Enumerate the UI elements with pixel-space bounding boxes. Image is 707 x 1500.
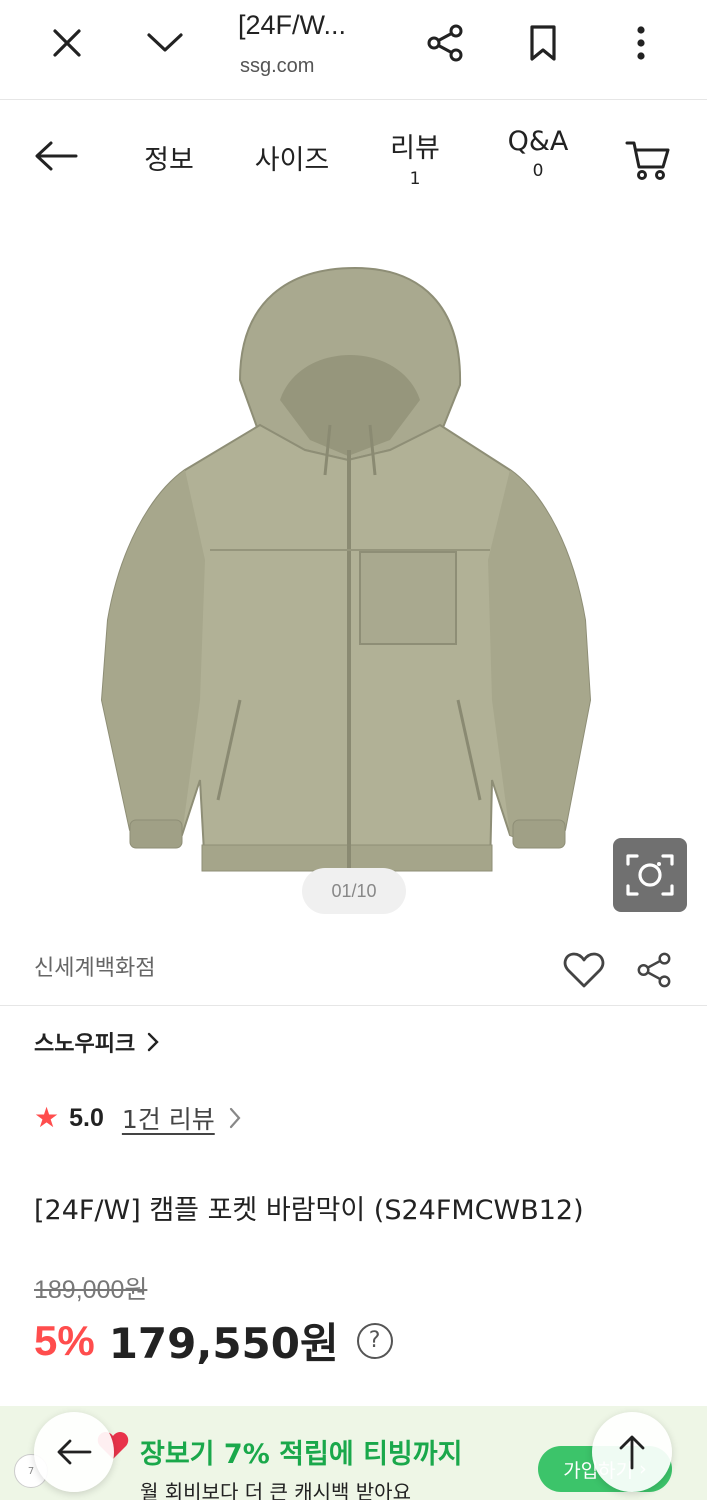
image-counter: 01/10 xyxy=(302,868,406,914)
review-count-link[interactable]: 1건 리뷰 xyxy=(122,1100,215,1136)
product-image-carousel[interactable]: 01/10 xyxy=(0,210,707,930)
sale-price: 179,550원 xyxy=(108,1319,339,1368)
bookmark-icon[interactable] xyxy=(518,18,568,68)
floating-back-button[interactable] xyxy=(34,1412,114,1492)
promo-headline: 장보기 7% 적립에 티빙까지 xyxy=(140,1439,463,1470)
tab-reviews-label: 리뷰 xyxy=(390,133,440,164)
seller-row: 신세계백화점 xyxy=(0,930,707,1006)
product-title: [24F/W] 캠플 포켓 바람막이 (S24FMCWB12) xyxy=(34,1195,584,1226)
scroll-top-button[interactable] xyxy=(592,1412,672,1492)
tab-size[interactable]: 사이즈 xyxy=(246,138,338,177)
price-row: 5% 179,550원 ? xyxy=(34,1310,393,1371)
product-tab-bar: 정보 사이즈 리뷰 1 Q&A 0 xyxy=(0,100,707,210)
chevron-right-icon xyxy=(229,1107,241,1129)
tab-qna-label: Q&A xyxy=(507,126,569,157)
seller-name: 신세계백화점 xyxy=(34,956,156,981)
image-search-camera-icon[interactable] xyxy=(613,838,687,912)
tab-qna-count: 0 xyxy=(532,161,544,181)
chevron-down-icon[interactable] xyxy=(140,18,190,68)
chevron-right-icon xyxy=(148,1032,159,1052)
brand-link[interactable]: 스노우피크 xyxy=(34,1026,159,1058)
tab-reviews[interactable]: 리뷰 1 xyxy=(382,126,448,189)
heart-icon[interactable] xyxy=(560,946,608,994)
arrow-up-icon xyxy=(619,1435,645,1470)
tab-reviews-count: 1 xyxy=(409,169,421,189)
close-icon[interactable] xyxy=(42,18,92,68)
discount-rate: 5% xyxy=(34,1316,95,1364)
tab-info-label: 정보 xyxy=(144,145,194,176)
share-icon[interactable] xyxy=(420,18,470,68)
browser-url: ssg.com xyxy=(240,55,315,77)
share-icon[interactable] xyxy=(630,946,678,994)
back-arrow-icon[interactable] xyxy=(30,130,82,182)
rating-score: 5.0 xyxy=(69,1103,104,1132)
tab-size-label: 사이즈 xyxy=(254,145,330,176)
tab-info[interactable]: 정보 xyxy=(138,138,200,177)
browser-page-title: [24F/W... xyxy=(238,10,347,40)
tab-qna[interactable]: Q&A 0 xyxy=(500,126,576,181)
rating-row: ★ 5.0 1건 리뷰 xyxy=(34,1098,241,1138)
back-arrow-icon xyxy=(57,1439,92,1465)
more-options-icon[interactable] xyxy=(616,18,666,68)
product-image xyxy=(100,266,592,872)
original-price: 189,000원 xyxy=(34,1276,148,1304)
price-info-icon[interactable]: ? xyxy=(356,1322,393,1359)
cart-icon[interactable] xyxy=(622,134,674,186)
promo-subtext: 월 회비보다 더 큰 캐시백 받아요 xyxy=(140,1480,411,1500)
star-icon: ★ xyxy=(34,1101,60,1134)
browser-toolbar: [24F/W... ssg.com xyxy=(0,0,707,100)
brand-name: 스노우피크 xyxy=(34,1032,136,1057)
